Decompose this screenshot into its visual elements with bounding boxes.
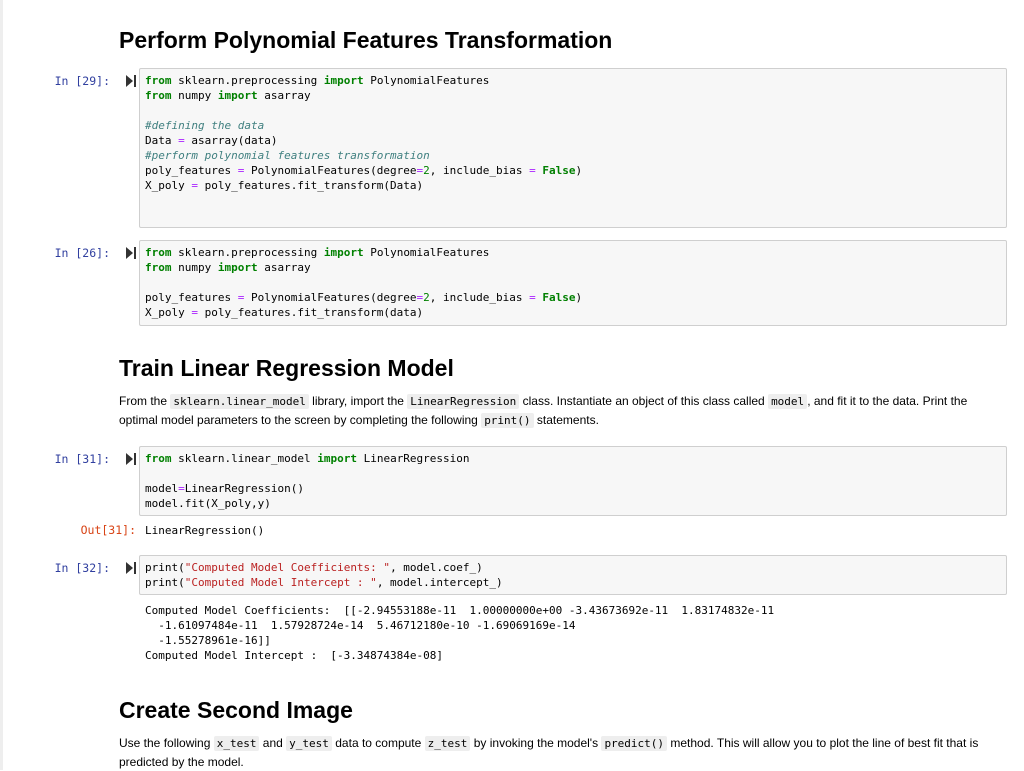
input-prompt-31: In [31]:	[54, 452, 110, 466]
output-prompt-31: Out[31]:	[80, 523, 136, 537]
code-line: Data = asarray(data)	[145, 134, 278, 147]
input-prompt-29: In [29]:	[54, 74, 110, 88]
code-line: poly_features = PolynomialFeatures(degre…	[145, 164, 583, 177]
code-cell-31-source[interactable]: from sklearn.linear_model import LinearR…	[145, 451, 470, 511]
section-heading-polynomial: Perform Polynomial Features Transformati…	[119, 27, 613, 53]
code-line: from numpy import asarray	[145, 89, 311, 102]
cell-output-31: LinearRegression()	[145, 524, 265, 537]
train-instructions: From the sklearn.linear_model library, i…	[119, 394, 968, 428]
code-line: from sklearn.preprocessing import Polyno…	[145, 74, 490, 87]
run-cell-icon[interactable]	[126, 75, 136, 87]
input-prompt-26: In [26]:	[54, 246, 110, 260]
code-comment: #perform polynomial features transformat…	[145, 149, 430, 162]
section-heading-train-model: Train Linear Regression Model	[119, 355, 454, 381]
second-image-instructions: Use the following x_test and y_test data…	[119, 736, 979, 769]
code-comment: #defining the data	[145, 119, 265, 132]
code-line: from sklearn.preprocessing import Polyno…	[145, 246, 490, 259]
code-line: print("Computed Model Intercept : ", mod…	[145, 576, 503, 589]
code-line: model.fit(X_poly,y)	[145, 497, 271, 510]
code-line: model=LinearRegression()	[145, 482, 304, 495]
code-line: X_poly = poly_features.fit_transform(dat…	[145, 306, 424, 319]
code-line: from sklearn.linear_model import LinearR…	[145, 452, 470, 465]
run-cell-icon[interactable]	[126, 562, 136, 574]
code-line: X_poly = poly_features.fit_transform(Dat…	[145, 179, 424, 192]
notebook-left-border	[0, 0, 3, 770]
cell-output-32: Computed Model Coefficients: [[-2.945531…	[145, 604, 775, 662]
input-prompt-32: In [32]:	[54, 561, 110, 575]
code-line: print("Computed Model Coefficients: ", m…	[145, 561, 483, 574]
code-cell-29-source[interactable]: from sklearn.preprocessing import Polyno…	[145, 73, 582, 193]
run-cell-icon[interactable]	[126, 453, 136, 465]
code-cell-32-source[interactable]: print("Computed Model Coefficients: ", m…	[145, 560, 503, 590]
section-heading-second-image: Create Second Image	[119, 697, 353, 723]
code-cell-26-source[interactable]: from sklearn.preprocessing import Polyno…	[145, 245, 582, 320]
code-line: poly_features = PolynomialFeatures(degre…	[145, 291, 583, 304]
code-line: from numpy import asarray	[145, 261, 311, 274]
run-cell-icon[interactable]	[126, 247, 136, 259]
